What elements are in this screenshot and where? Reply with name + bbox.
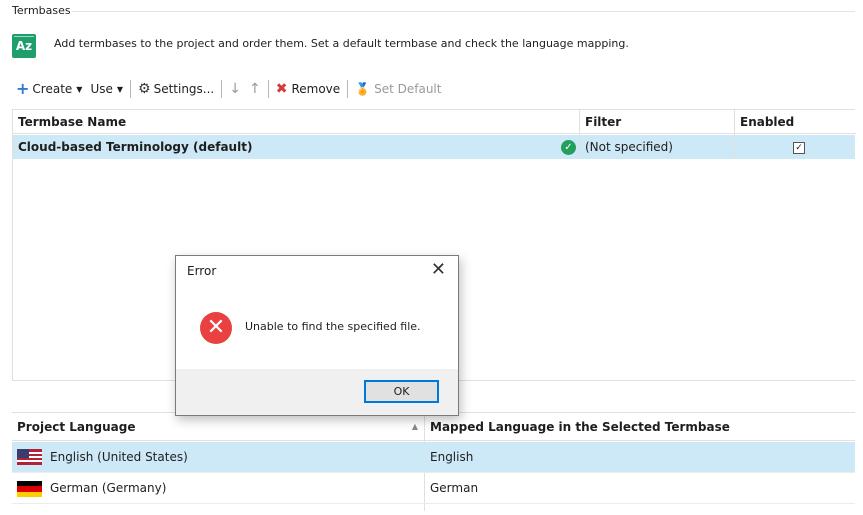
set-default-button[interactable]: 🏅 Set Default xyxy=(351,78,445,100)
column-divider xyxy=(579,110,580,159)
error-icon: ✕ xyxy=(200,312,232,344)
dialog-message: Unable to find the specified file. xyxy=(245,320,421,333)
column-header-filter[interactable]: Filter xyxy=(580,110,734,134)
de-flag-icon xyxy=(17,481,42,497)
project-language-cell: English (United States) xyxy=(50,450,188,464)
ok-button[interactable]: OK xyxy=(364,380,439,403)
move-down-button[interactable]: ↓ xyxy=(225,78,245,100)
language-mapping-table: Project Language ▲ Mapped Language in th… xyxy=(12,412,855,511)
plus-icon: + xyxy=(16,79,30,98)
sort-ascending-icon: ▲ xyxy=(411,422,418,431)
project-language-header-label: Project Language xyxy=(17,420,136,434)
remove-button[interactable]: ✖ Remove xyxy=(272,78,344,100)
dialog-footer: OK xyxy=(176,369,458,415)
set-default-label: Set Default xyxy=(374,82,442,96)
check-circle-icon: ✓ xyxy=(561,140,576,155)
award-icon: 🏅 xyxy=(355,82,371,96)
column-header-enabled[interactable]: Enabled xyxy=(735,110,856,134)
termbase-name-cell[interactable]: Cloud-based Terminology (default) xyxy=(13,135,252,159)
column-header-project-language[interactable]: Project Language ▲ xyxy=(12,413,424,441)
toolbar: + Create ▼ Use ▼ ⚙ Settings... ↓ ↑ ✖ Rem… xyxy=(12,78,445,100)
group-divider xyxy=(72,11,855,12)
header-description: Add termbases to the project and order t… xyxy=(54,37,629,50)
termbase-az-icon: Az xyxy=(12,34,36,58)
remove-x-icon: ✖ xyxy=(275,81,288,97)
create-label: Create xyxy=(32,82,73,96)
error-dialog: Error ✕ ✕ Unable to find the specified f… xyxy=(175,255,459,416)
termbases-group-title: Termbases xyxy=(12,4,71,17)
gear-icon: ⚙ xyxy=(138,81,151,97)
column-divider xyxy=(734,110,735,159)
arrow-down-icon: ↓ xyxy=(229,81,241,97)
toolbar-separator xyxy=(267,80,269,98)
column-header-termbase-name[interactable]: Termbase Name xyxy=(13,110,579,134)
table-row[interactable]: German (Germany) German xyxy=(12,473,855,504)
close-icon[interactable]: ✕ xyxy=(431,259,446,280)
use-label: Use xyxy=(90,82,113,96)
table-row[interactable]: English (United States) English xyxy=(12,442,855,473)
settings-label: Settings... xyxy=(153,82,215,96)
project-language-cell: German (Germany) xyxy=(50,481,167,495)
settings-button[interactable]: ⚙ Settings... xyxy=(134,78,218,100)
us-flag-icon xyxy=(17,449,42,465)
dialog-title: Error xyxy=(187,264,217,278)
chevron-down-icon: ▼ xyxy=(116,84,124,94)
chevron-down-icon: ▼ xyxy=(76,84,83,94)
move-up-button[interactable]: ↑ xyxy=(245,78,265,100)
mapped-language-cell: German xyxy=(430,481,479,495)
toolbar-separator xyxy=(130,80,132,98)
create-button[interactable]: + Create ▼ xyxy=(12,78,86,100)
toolbar-separator xyxy=(347,80,349,98)
enabled-checkbox[interactable]: ✓ xyxy=(793,142,805,154)
mapped-language-cell: English xyxy=(430,450,474,464)
filter-cell[interactable]: (Not specified) xyxy=(580,135,673,159)
column-header-mapped-language[interactable]: Mapped Language in the Selected Termbase xyxy=(425,413,855,441)
use-button[interactable]: Use ▼ xyxy=(86,78,127,100)
remove-label: Remove xyxy=(291,82,341,96)
toolbar-separator xyxy=(221,80,223,98)
arrow-up-icon: ↑ xyxy=(248,81,261,97)
